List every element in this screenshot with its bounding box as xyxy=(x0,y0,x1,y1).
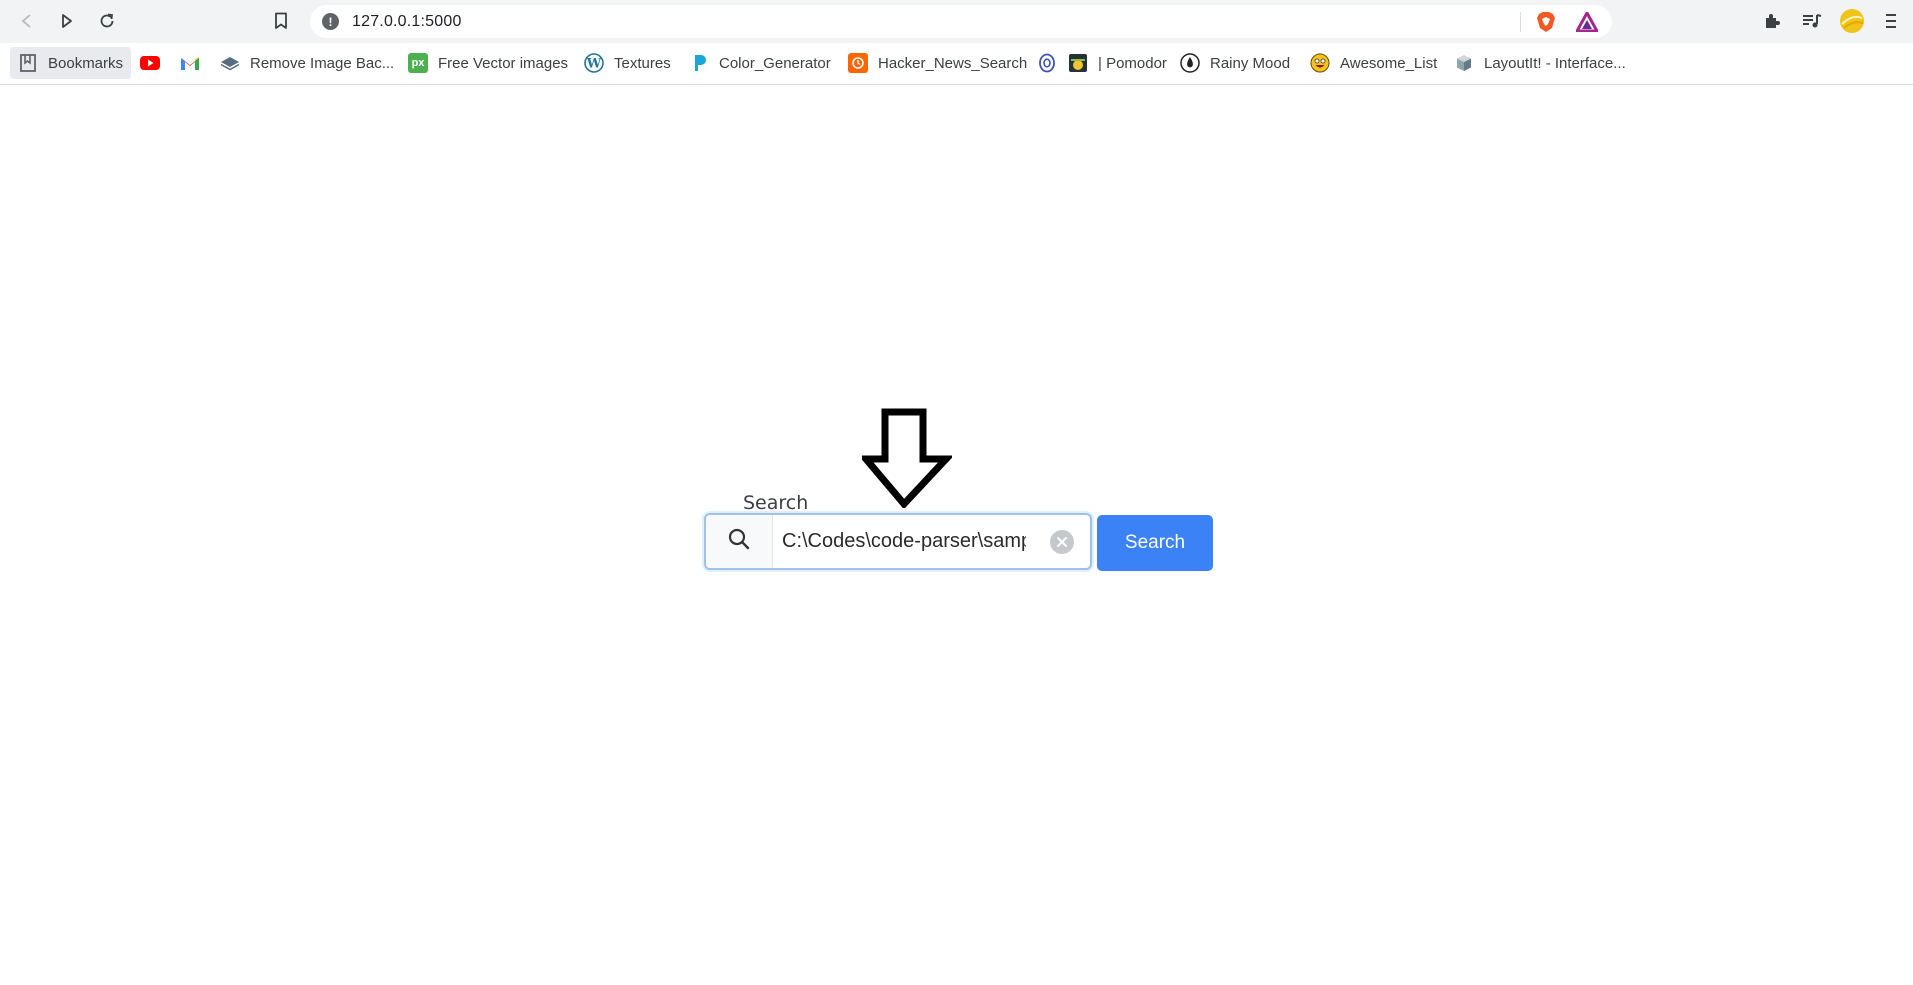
omnibox-divider xyxy=(1520,12,1521,32)
bookmark-label: Awesome_List xyxy=(1340,54,1438,72)
bookmark-youtube[interactable] xyxy=(140,47,160,79)
raindrop-icon xyxy=(1180,53,1200,73)
bookmark-target[interactable] xyxy=(1037,47,1057,79)
url-text[interactable]: 127.0.0.1:5000 xyxy=(352,13,462,31)
bookmark-folder-bookmarks[interactable]: Bookmarks xyxy=(10,47,132,79)
browser-toolbar: ! 127.0.0.1:5000 xyxy=(0,0,1913,43)
bookmark-label: Free Vector images xyxy=(438,54,569,72)
gmail-icon xyxy=(180,53,200,73)
clear-icon[interactable] xyxy=(1050,530,1074,554)
forward-arrow-icon[interactable] xyxy=(52,7,82,35)
layers-icon xyxy=(220,53,240,73)
back-arrow-icon[interactable] xyxy=(12,7,42,35)
bookmarks-bar: Bookmarks Remove Image Bac... px Free Ve… xyxy=(0,43,1913,85)
bookmark-label: Hacker_News_Search xyxy=(878,54,1028,72)
bookmark-icon[interactable] xyxy=(266,7,296,35)
bookmark-awesome-list[interactable]: Awesome_List xyxy=(1310,47,1437,79)
youtube-icon xyxy=(140,53,160,73)
bookmark-hacker-news-search[interactable]: Hacker_News_Search xyxy=(848,47,1027,79)
site-info-icon[interactable]: ! xyxy=(322,13,339,30)
bookmark-pomodor[interactable]: | Pomodor xyxy=(1068,47,1167,79)
drop-icon xyxy=(689,53,709,73)
bookmark-layoutit[interactable]: LayoutIt! - Interface... xyxy=(1454,47,1626,79)
search-icon xyxy=(727,527,751,556)
profile-avatar-icon[interactable] xyxy=(1837,7,1867,35)
brave-shields-icon[interactable] xyxy=(1536,11,1556,38)
tomato-icon xyxy=(1068,53,1088,73)
bookmark-rainy-mood[interactable]: Rainy Mood xyxy=(1180,47,1290,79)
px-icon: px xyxy=(408,53,428,73)
clock-icon xyxy=(848,53,868,73)
down-arrow-icon xyxy=(858,408,955,513)
bookmark-label: | Pomodor xyxy=(1098,54,1167,72)
emoji-icon xyxy=(1310,53,1330,73)
bookmark-gmail[interactable] xyxy=(180,47,200,79)
bookmark-label: Rainy Mood xyxy=(1210,54,1291,72)
bookmarks-folder-icon xyxy=(18,53,38,73)
search-input-group xyxy=(704,513,1092,570)
address-bar[interactable]: ! 127.0.0.1:5000 xyxy=(310,5,1612,38)
search-label: Search xyxy=(743,492,809,514)
bookmark-label: LayoutIt! - Interface... xyxy=(1484,54,1626,72)
svg-text:W: W xyxy=(586,57,602,72)
bookmark-label: Textures xyxy=(614,54,671,72)
search-addon xyxy=(706,515,773,568)
bookmark-free-vector-images[interactable]: px Free Vector images xyxy=(408,47,568,79)
search-button[interactable]: Search xyxy=(1097,515,1213,571)
media-playlist-icon[interactable] xyxy=(1797,7,1827,35)
bookmark-label: Color_Generator xyxy=(719,54,831,72)
search-input[interactable] xyxy=(776,517,1026,566)
extensions-icon[interactable] xyxy=(1757,7,1787,35)
reload-icon[interactable] xyxy=(92,7,122,35)
wordpress-icon: W xyxy=(584,53,604,73)
bookmark-label: Bookmarks xyxy=(48,54,124,72)
bookmark-label: Remove Image Bac... xyxy=(250,54,395,72)
bookmark-color-generator[interactable]: Color_Generator xyxy=(689,47,831,79)
menu-icon[interactable] xyxy=(1876,7,1906,35)
bookmark-textures[interactable]: W Textures xyxy=(584,47,671,79)
brave-rewards-icon[interactable] xyxy=(1575,11,1599,37)
bookmark-remove-image-bg[interactable]: Remove Image Bac... xyxy=(220,47,394,79)
target-icon xyxy=(1037,53,1057,73)
cube-icon xyxy=(1454,53,1474,73)
